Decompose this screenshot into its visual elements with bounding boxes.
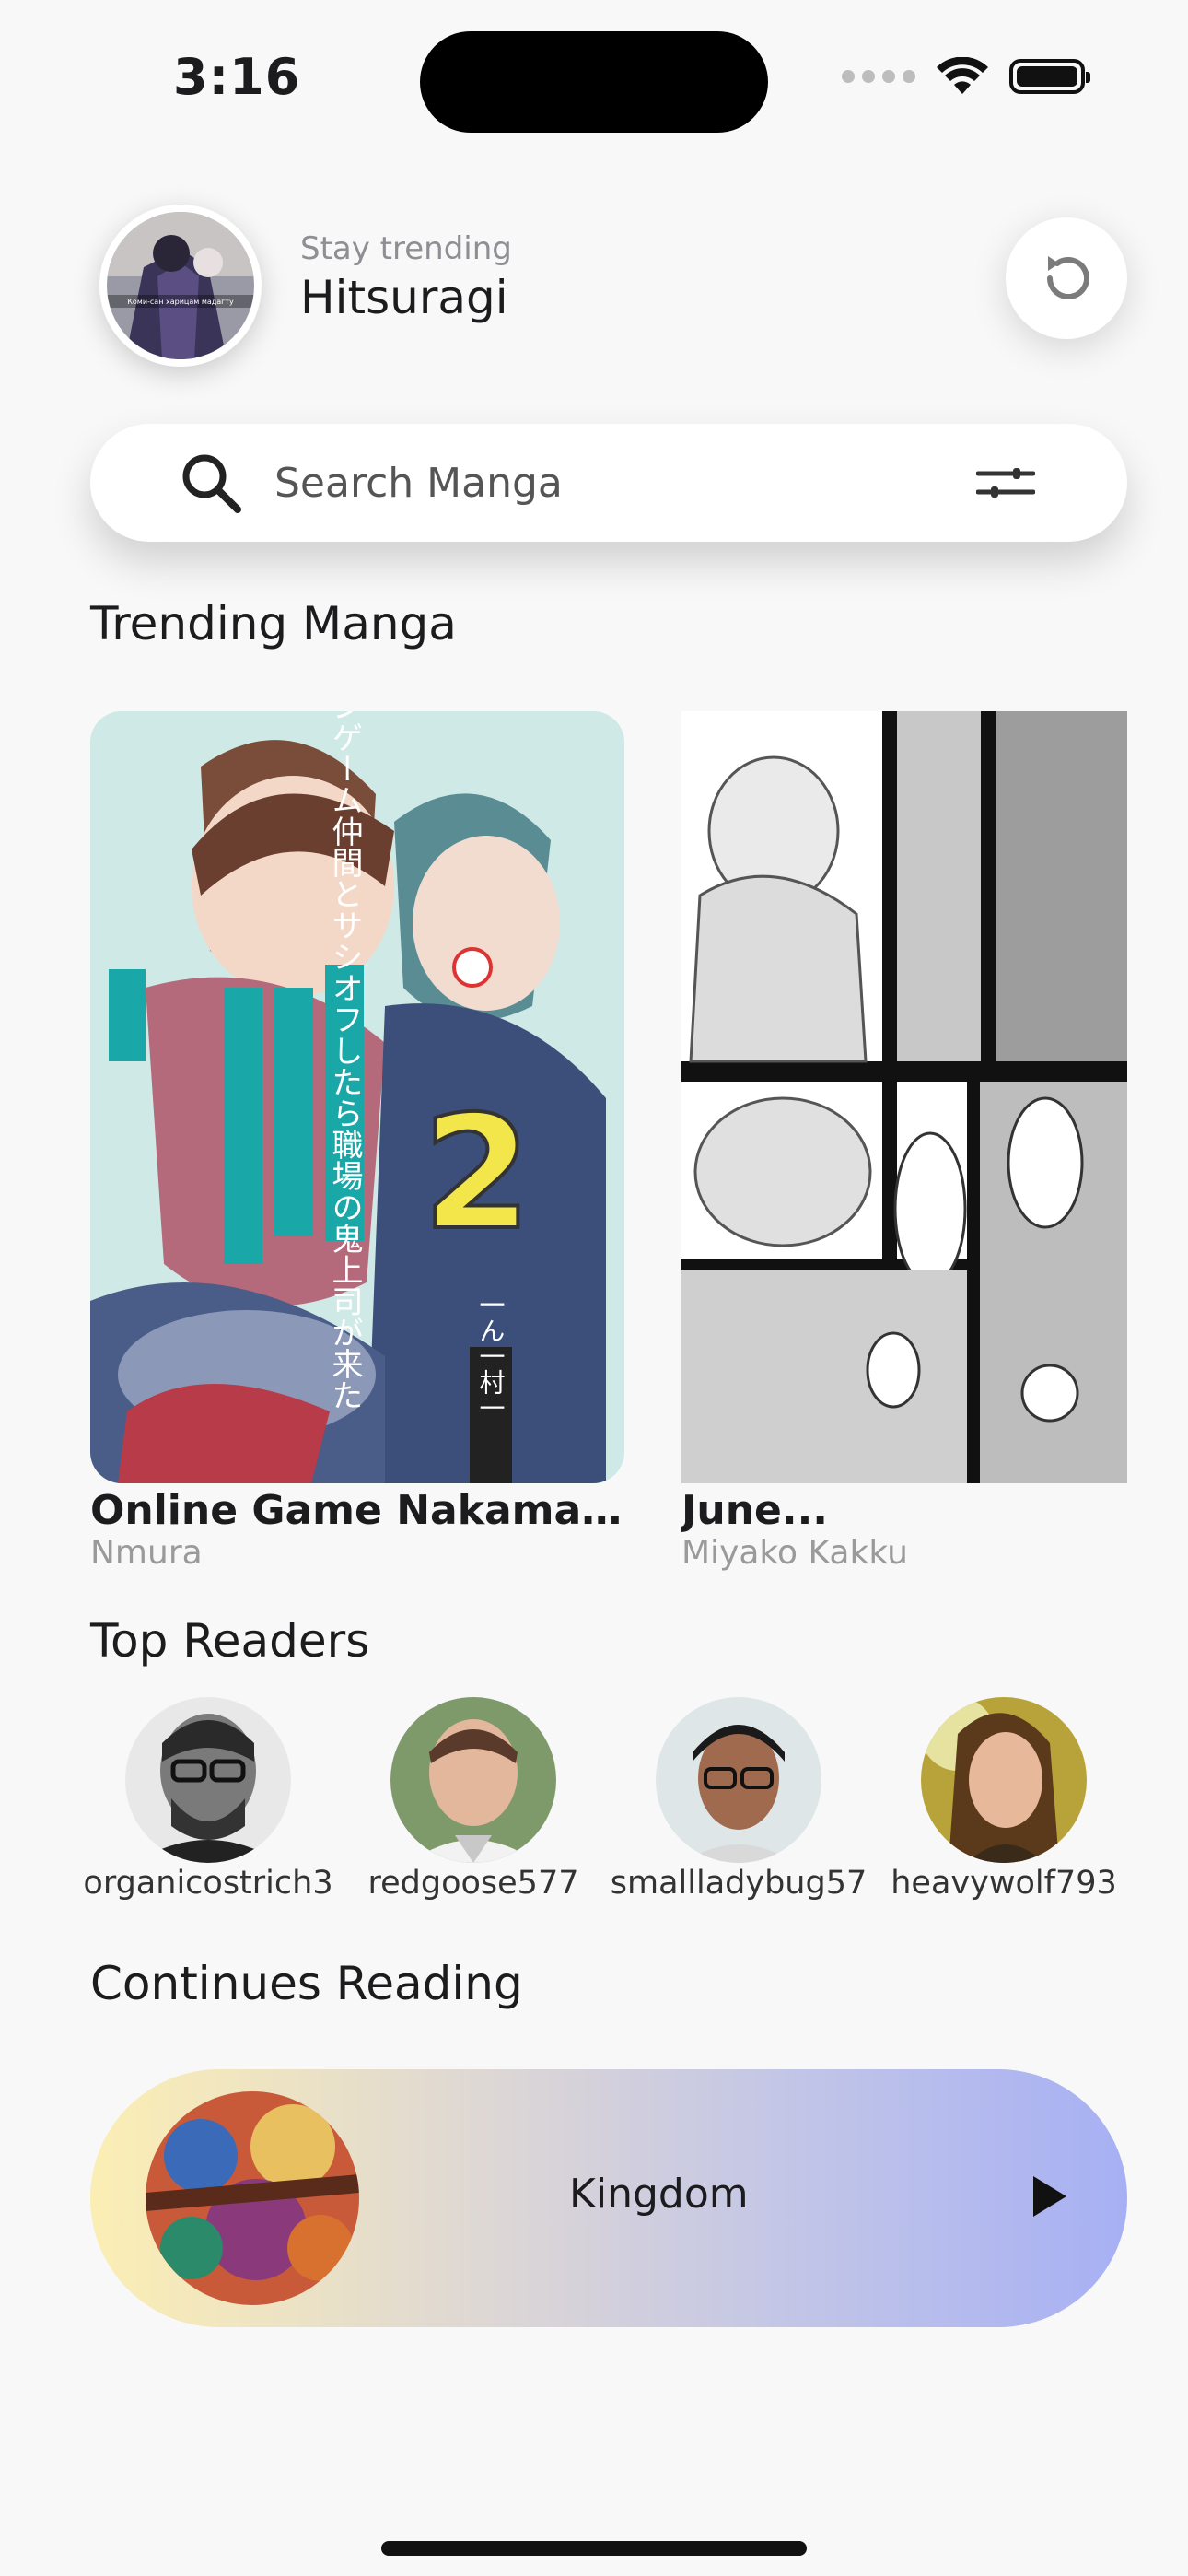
signal-icon — [842, 70, 915, 83]
reader-name: heavywolf793 — [891, 1865, 1117, 1902]
card-author: Nmura — [90, 1534, 203, 1572]
cover-title-text: オンラインゲーム仲間とサシオフしたら職場の鬼上司が来た — [326, 711, 363, 1411]
reader-item[interactable]: redgoose577 — [341, 1697, 606, 1902]
reader-name: organicostrich3 — [83, 1865, 333, 1902]
card-title: Online Game Nakama to... — [90, 1487, 624, 1534]
card-title: June... — [681, 1487, 829, 1534]
reader-avatar[interactable] — [656, 1697, 821, 1863]
top-readers-title: Top Readers — [90, 1614, 370, 1668]
continue-title: Continues Reading — [90, 1957, 523, 2010]
username: Hitsuragi — [300, 271, 508, 324]
reader-name: redgoose577 — [367, 1865, 579, 1902]
status-icons — [842, 57, 1090, 96]
reader-avatar[interactable] — [390, 1697, 556, 1863]
continue-thumbnail — [146, 2091, 359, 2305]
reader-avatar[interactable] — [921, 1697, 1087, 1863]
search-input[interactable] — [273, 458, 921, 508]
wifi-icon — [937, 57, 988, 94]
continue-reading-card[interactable]: Kingdom — [90, 2069, 1127, 2327]
dynamic-island — [420, 31, 768, 133]
trending-card-1[interactable]: オンラインゲーム仲間とサシオフしたら職場の鬼上司が来た 2 一ん一村一 Onli… — [90, 711, 624, 1572]
greeting-label: Stay trending — [300, 230, 512, 267]
reader-avatar[interactable] — [125, 1697, 291, 1863]
avatar-caption: Коми-сан харицам мадагту — [127, 298, 234, 306]
reader-name: smallladybug57 — [610, 1865, 868, 1902]
user-avatar[interactable]: Коми-сан харицам мадагту — [99, 205, 262, 367]
refresh-icon — [1047, 256, 1089, 299]
manga-cover[interactable] — [681, 711, 1127, 1483]
status-time: 3:16 — [173, 48, 301, 106]
manga-cover[interactable]: オンラインゲーム仲間とサシオフしたら職場の鬼上司が来た 2 一ん一村一 — [90, 711, 624, 1483]
refresh-button[interactable] — [1006, 217, 1127, 339]
reader-item[interactable]: smallladybug57 — [606, 1697, 871, 1902]
trending-title: Trending Manga — [90, 597, 457, 650]
filter-icon[interactable] — [976, 464, 1035, 501]
battery-icon — [1009, 59, 1090, 94]
trending-card-2[interactable]: June... Miyako Kakku — [681, 711, 1127, 1572]
reader-item[interactable]: organicostrich3 — [76, 1697, 341, 1902]
cover-artist-text: 一ん一村一 — [476, 1292, 507, 1421]
reader-item[interactable]: heavywolf793 — [871, 1697, 1136, 1902]
card-author: Miyako Kakku — [681, 1534, 908, 1572]
search-bar[interactable] — [90, 424, 1127, 542]
search-icon — [182, 454, 241, 513]
volume-number: 2 — [423, 1083, 531, 1265]
play-icon[interactable] — [1033, 2176, 1066, 2217]
continue-title-label: Kingdom — [569, 2171, 749, 2218]
home-indicator[interactable] — [381, 2541, 807, 2556]
